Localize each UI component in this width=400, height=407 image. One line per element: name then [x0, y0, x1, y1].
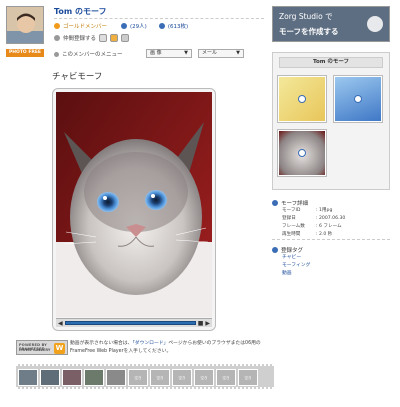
avatar[interactable] [6, 6, 44, 44]
detail-value: : 6 フレーム [316, 224, 342, 229]
profile-mini-button[interactable] [110, 34, 119, 42]
images-select-value: 画 像 [150, 50, 162, 56]
member-menu-row: このメンバーのメニュー [54, 50, 123, 58]
gallery-thumb[interactable] [277, 75, 327, 123]
thumb-image [279, 77, 325, 121]
tags-title: 登録タグ [281, 248, 304, 254]
register-label[interactable]: 仲間登録する [63, 34, 96, 42]
help-line2: FrameFree Web Playerを入手してください。 [70, 349, 172, 354]
mail-select-value: メール [202, 50, 218, 56]
detail-value: : 2.0 秒 [316, 232, 333, 237]
member-type: ゴールドメンバー [63, 24, 108, 30]
people-count-link[interactable]: (29人) [130, 22, 147, 30]
page-title: チャビモーフ [52, 72, 103, 82]
page-header-title: Tom のモーフ [54, 7, 107, 16]
chevron-down-icon: ▼ [236, 50, 240, 56]
header-divider [54, 18, 264, 19]
detail-row: 再生時間 : 2.0 秒 [282, 231, 345, 239]
tag-link[interactable]: チャビー [282, 254, 310, 262]
mail-select[interactable]: メール ▼ [198, 49, 244, 58]
tag-link[interactable]: モーフィング [282, 262, 310, 270]
player-controls: ◀ ■ ▶ [56, 318, 212, 327]
gold-member-icon [54, 23, 60, 29]
images-icon [158, 23, 165, 29]
play-button[interactable]: ▶ [205, 320, 210, 327]
play-icon [354, 95, 362, 103]
player-help-text: 動画が表示されない場合は、「ダウンロード」ページからお使いのブラウザまたは06用… [70, 340, 280, 356]
film-frame[interactable] [40, 369, 60, 386]
detail-key: 登録日 [282, 216, 296, 221]
help-prefix: 動画が表示されない場合は、 [70, 341, 133, 346]
images-select[interactable]: 画 像 ▼ [146, 49, 192, 58]
settings-mini-button[interactable] [99, 34, 108, 42]
framefree-logo-icon: W [54, 343, 65, 354]
thumb-image [279, 131, 325, 175]
menu-icon [54, 51, 59, 57]
banner-line2: モーフを作成する [279, 27, 339, 36]
rewind-button[interactable]: ◀ [58, 320, 63, 327]
film-frame-empty: 空き [216, 369, 236, 386]
register-icon [54, 35, 60, 41]
detail-row: モーフID : 1用pg [282, 207, 345, 215]
member-meta: ゴールドメンバー (29人) (613枚) [54, 22, 188, 30]
film-frame[interactable] [62, 369, 82, 386]
stop-button[interactable]: ■ [198, 320, 204, 327]
film-frame-empty: 空き [238, 369, 258, 386]
detail-row: フレーム数 : 6 フレーム [282, 223, 345, 231]
details-title: モーフ詳細 [281, 201, 309, 207]
play-icon [298, 149, 306, 157]
tags-header: 登録タグ [272, 246, 303, 254]
detail-value: : 1用pg [316, 208, 333, 213]
detail-row: 登録日 : 2007.06.30 [282, 215, 345, 223]
film-frame[interactable] [84, 369, 104, 386]
details-divider [272, 239, 390, 240]
people-icon [121, 23, 128, 29]
detail-key: フレーム数 [282, 224, 305, 229]
play-icon [367, 16, 383, 32]
filmstrip: 空き 空き 空き 空き 空き 空き [16, 364, 274, 389]
gallery-title: Tom のモーフ [279, 57, 383, 68]
film-frame[interactable] [106, 369, 126, 386]
zorg-studio-banner[interactable]: Zorg Studio で モーフを作成する [272, 6, 390, 42]
film-frame[interactable] [18, 369, 38, 386]
framefree-badge-line2: MOVIE GALLERY [19, 348, 51, 352]
photo-free-badge: PHOTO FREE [6, 49, 44, 57]
cat-image [56, 92, 212, 317]
tags-icon [272, 247, 278, 253]
register-row: 仲間登録する [54, 34, 130, 42]
help-suffix: ページからお使いのブラウザまたは06用の [168, 341, 261, 346]
member-menu-label: このメンバーのメニュー [62, 52, 123, 58]
detail-key: モーフID [282, 208, 301, 213]
details-list: モーフID : 1用pg 登録日 : 2007.06.30 フレーム数 : 6 フレー… [282, 207, 345, 239]
gallery-thumb[interactable] [333, 75, 383, 123]
member-gallery: Tom のモーフ [272, 52, 390, 190]
details-icon [272, 200, 278, 206]
tag-link[interactable]: 動画 [282, 270, 310, 278]
download-link[interactable]: 「ダウンロード」 [132, 341, 168, 346]
framefree-badge[interactable]: POWERED BY FRAMEFREE MOVIE GALLERY W [16, 340, 68, 355]
film-frame-empty: 空き [172, 369, 192, 386]
film-frame-empty: 空き [150, 369, 170, 386]
chevron-down-icon: ▼ [184, 50, 188, 56]
film-frame-empty: 空き [194, 369, 214, 386]
detail-value: : 2007.06.30 [316, 216, 346, 221]
details-header: モーフ詳細 [272, 199, 308, 207]
upload-mini-button[interactable] [121, 34, 130, 42]
banner-line1: Zorg Studio で [279, 12, 333, 21]
tags-list: チャビー モーフィング 動画 [282, 254, 310, 278]
detail-key: 再生時間 [282, 232, 301, 237]
thumb-image [335, 77, 381, 121]
images-count-link[interactable]: (613枚) [168, 22, 188, 30]
film-frame-empty: 空き [128, 369, 148, 386]
seek-bar[interactable] [64, 321, 196, 325]
video-frame[interactable] [56, 92, 212, 317]
gallery-thumb[interactable] [277, 129, 327, 177]
play-icon [298, 95, 306, 103]
